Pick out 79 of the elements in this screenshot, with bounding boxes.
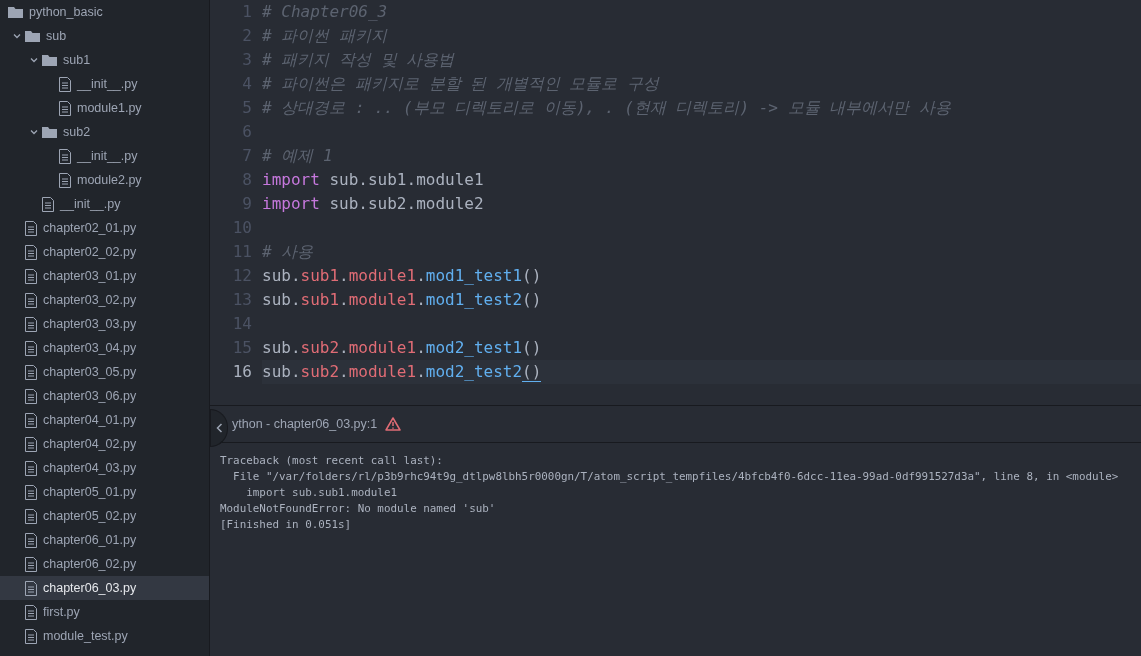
file-item[interactable]: chapter03_06.py <box>0 384 209 408</box>
file-item[interactable]: chapter03_05.py <box>0 360 209 384</box>
code-line: # 예제 1 <box>262 145 334 167</box>
chevron-down-icon <box>30 128 38 136</box>
file-item[interactable]: chapter03_04.py <box>0 336 209 360</box>
folder-icon <box>8 6 23 18</box>
chevron-left-icon <box>215 423 223 433</box>
code-line: # 패키지 작성 및 사용법 <box>262 49 456 71</box>
file-icon <box>25 292 37 308</box>
code-line: import sub.sub2.module2 <box>262 193 485 215</box>
file-item[interactable]: chapter06_02.py <box>0 552 209 576</box>
file-icon <box>59 100 71 116</box>
folder-item[interactable]: sub1 <box>0 48 209 72</box>
file-icon <box>25 268 37 284</box>
file-icon <box>25 220 37 236</box>
file-item[interactable]: chapter06_01.py <box>0 528 209 552</box>
file-item[interactable]: chapter04_02.py <box>0 432 209 456</box>
file-item[interactable]: chapter05_01.py <box>0 480 209 504</box>
file-icon <box>25 388 37 404</box>
folder-icon <box>42 126 57 138</box>
file-icon <box>25 628 37 644</box>
file-item[interactable]: chapter02_01.py <box>0 216 209 240</box>
file-item[interactable]: chapter03_01.py <box>0 264 209 288</box>
file-item[interactable]: chapter02_02.py <box>0 240 209 264</box>
file-item[interactable]: chapter03_03.py <box>0 312 209 336</box>
output-line: [Finished in 0.051s] <box>220 517 352 533</box>
file-icon <box>59 76 71 92</box>
output-line: File "/var/folders/rl/p3b9rhc94t9g_dtlpw8lbh5r0000gn/T/atom_script_tempfiles/4bfcb4f0-6dcc-11ea-99ad-0df991527d3a", line 8, in <module> <box>232 469 1119 485</box>
file-icon <box>25 412 37 428</box>
file-icon <box>25 244 37 260</box>
file-item[interactable]: __init__.py <box>0 72 209 96</box>
code-line: # 사용 <box>262 241 315 263</box>
code-line: sub.sub1.module1.mod1_test2() <box>262 289 543 311</box>
file-item[interactable]: __init__.py <box>0 144 209 168</box>
code-line: # 파이썬은 패키지로 분할 된 개별적인 모듈로 구성 <box>262 73 661 95</box>
collapse-button[interactable] <box>210 409 228 447</box>
file-icon <box>25 532 37 548</box>
file-icon <box>25 556 37 572</box>
file-item[interactable]: module2.py <box>0 168 209 192</box>
warning-icon <box>385 417 402 431</box>
code-line: sub.sub1.module1.mod1_test1() <box>262 265 543 287</box>
code-line: sub.sub2.module1.mod2_test1() <box>262 337 543 359</box>
file-icon <box>42 196 54 212</box>
chevron-down-icon <box>30 56 38 64</box>
file-icon <box>25 484 37 500</box>
file-icon <box>25 340 37 356</box>
output-line: Traceback (most recent call last): <box>220 453 443 469</box>
code-line: # 상대경로 : .. (부모 디렉토리로 이동), . (현재 디렉토리) -> 모듈 내부에서만 사용 <box>262 97 952 119</box>
folder-icon <box>25 30 40 42</box>
file-item[interactable]: module1.py <box>0 96 209 120</box>
file-item[interactable]: module_test.py <box>0 624 209 648</box>
code-line: # 파이썬 패키지 <box>262 25 389 47</box>
code-line: import sub.sub1.module1 <box>262 169 485 191</box>
file-icon <box>25 316 37 332</box>
file-item[interactable]: chapter04_03.py <box>0 456 209 480</box>
file-item[interactable]: chapter05_02.py <box>0 504 209 528</box>
file-item[interactable]: chapter04_01.py <box>0 408 209 432</box>
chevron-down-icon <box>13 32 21 40</box>
code-line: # Chapter06_3 <box>262 1 389 23</box>
panel-title: ython - chapter06_03.py:1 <box>232 415 378 433</box>
file-icon <box>25 364 37 380</box>
folder-item[interactable]: sub <box>0 24 209 48</box>
folder-icon <box>42 54 57 66</box>
file-icon <box>25 580 37 596</box>
file-item[interactable]: chapter06_03.py <box>0 576 209 600</box>
file-icon <box>25 604 37 620</box>
file-icon <box>25 436 37 452</box>
output-line: import sub.sub1.module1 <box>245 485 398 501</box>
folder-item[interactable]: sub2 <box>0 120 209 144</box>
folder-item[interactable]: python_basic <box>0 0 209 24</box>
file-icon <box>25 460 37 476</box>
file-icon <box>59 148 71 164</box>
output-line: ModuleNotFoundError: No module named 'sub' <box>220 501 496 517</box>
file-icon <box>59 172 71 188</box>
file-icon <box>25 508 37 524</box>
file-item[interactable]: __init__.py <box>0 192 209 216</box>
file-item[interactable]: first.py <box>0 600 209 624</box>
line-number: 16 <box>231 361 252 383</box>
file-item[interactable]: chapter03_02.py <box>0 288 209 312</box>
